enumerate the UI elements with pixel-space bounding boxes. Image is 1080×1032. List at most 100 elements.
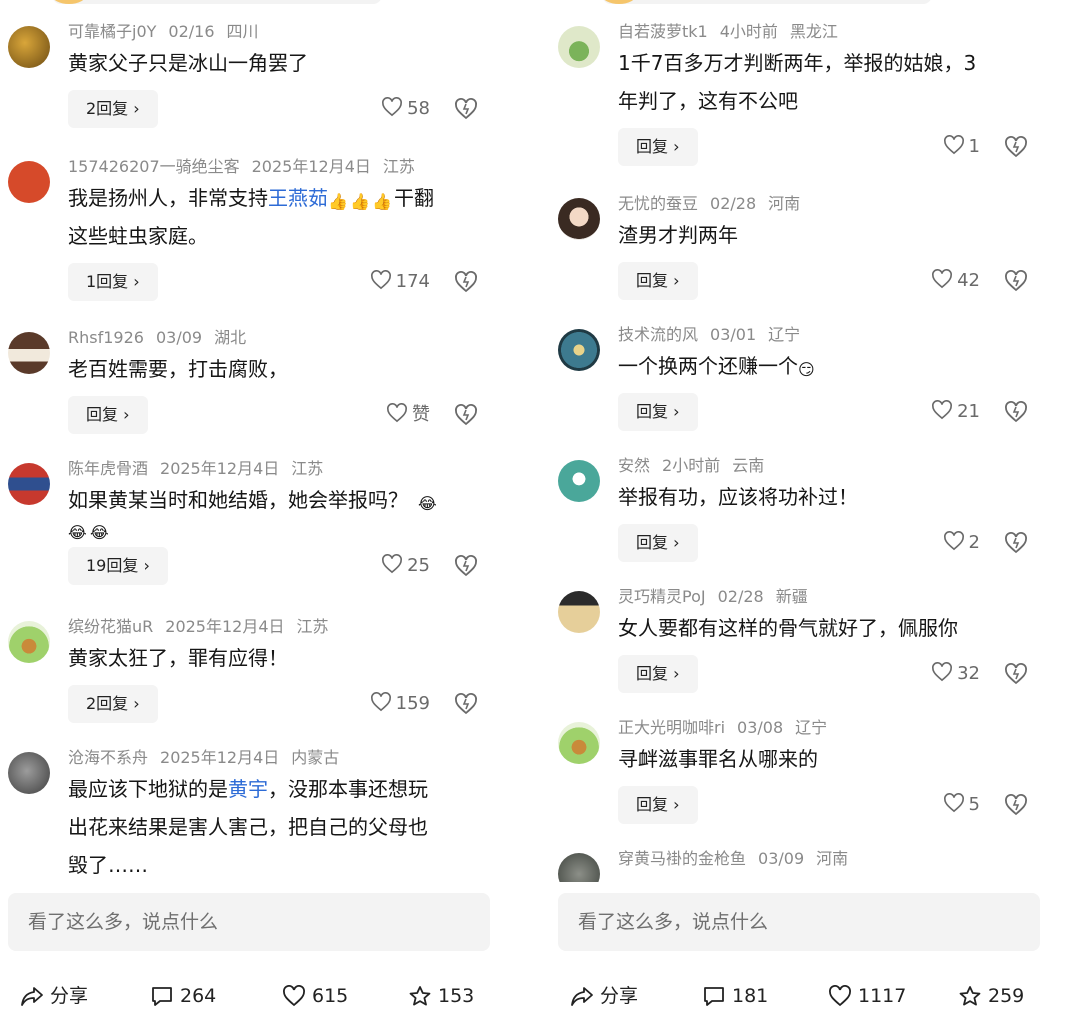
username[interactable]: 自若菠萝tk1 <box>618 22 708 41</box>
comment-item: 157426207一骑绝尘客 2025年12月4日 江苏 我是扬州人，非常支持王燕茹… <box>0 155 500 326</box>
dislike-icon[interactable] <box>454 403 478 427</box>
comment-item: 缤纷花猫uR 2025年12月4日 江苏 黄家太狂了，罪有应得！ 2回复 › 159 <box>0 615 500 746</box>
like-count-button[interactable]: 615 <box>282 975 348 1017</box>
reply-button[interactable]: 1回复 › <box>68 263 158 301</box>
dislike-icon[interactable] <box>1004 793 1028 817</box>
reply-button[interactable]: 回复 › <box>618 128 698 166</box>
comment-actions: 回复 › 42 <box>618 254 1038 310</box>
avatar[interactable] <box>558 329 600 371</box>
username[interactable]: 缤纷花猫uR <box>68 617 153 636</box>
comment-region: 黑龙江 <box>789 22 838 41</box>
like-count: 58 <box>407 98 430 119</box>
dislike-icon[interactable] <box>1004 662 1028 686</box>
like-button[interactable]: 32 <box>931 659 980 689</box>
avatar[interactable] <box>8 752 50 794</box>
comment-input[interactable]: 看了这么多，说点什么 <box>558 893 1040 951</box>
comment-meta: Rhsf1926 03/09 湖北 <box>68 326 488 350</box>
comment-item: 自若菠萝tk1 4小时前 黑龙江 1千7百多万才判断两年，举报的姑娘，3 年判了，这… <box>550 20 1050 192</box>
comment-actions: 回复 › 1 <box>618 120 1038 176</box>
avatar[interactable] <box>558 460 600 502</box>
hashtag-link[interactable]: 王燕茹 <box>268 186 328 210</box>
comment-count-button[interactable]: 264 <box>150 975 216 1017</box>
like-button[interactable]: 25 <box>381 551 430 581</box>
comment-meta: 穿黄马褂的金枪鱼 03/09 河南 <box>618 847 1038 871</box>
star-icon <box>409 986 431 1006</box>
avatar[interactable] <box>8 26 50 68</box>
reply-button[interactable]: 回复 › <box>618 786 698 824</box>
comment-list[interactable]: 自若菠萝tk1 4小时前 黑龙江 1千7百多万才判断两年，举报的姑娘，3 年判了，这… <box>550 20 1050 882</box>
reply-button[interactable]: 回复 › <box>618 524 698 562</box>
username[interactable]: 陈年虎骨酒 <box>68 459 148 478</box>
share-button[interactable]: 分享 <box>20 975 88 1017</box>
dislike-icon[interactable] <box>454 554 478 578</box>
bottom-action-bar: 分享 264 615 153 <box>0 975 500 1017</box>
reply-button[interactable]: 回复 › <box>618 262 698 300</box>
top-partial-bar <box>602 0 932 4</box>
dislike-icon[interactable] <box>454 692 478 716</box>
like-count: 21 <box>957 401 980 422</box>
dislike-icon[interactable] <box>1004 269 1028 293</box>
comment-input[interactable]: 看了这么多，说点什么 <box>8 893 490 951</box>
like-button[interactable]: 174 <box>370 267 430 297</box>
avatar[interactable] <box>558 198 600 240</box>
username[interactable]: 正大光明咖啡ri <box>618 718 725 737</box>
comment-panel-right: 自若菠萝tk1 4小时前 黑龙江 1千7百多万才判断两年，举报的姑娘，3 年判了，这… <box>550 0 1050 1032</box>
comment-date: 03/01 <box>710 325 757 344</box>
like-button[interactable]: 42 <box>931 266 980 296</box>
like-button[interactable]: 159 <box>370 689 430 719</box>
comment-text: 1千7百多万才判断两年，举报的姑娘，3 <box>618 51 977 75</box>
username[interactable]: 技术流的风 <box>618 325 698 344</box>
username[interactable]: 安然 <box>618 456 650 475</box>
comment-list[interactable]: 可靠橘子j0Y 02/16 四川 黄家父子只是冰山一角罢了 2回复 › 58 157… <box>0 20 500 882</box>
comment-actions: 回复 › 21 <box>618 385 1038 441</box>
like-count: 2 <box>968 532 980 553</box>
favorite-button[interactable]: 153 <box>408 975 474 1017</box>
comment-count-button[interactable]: 181 <box>702 975 768 1017</box>
comment-region: 云南 <box>732 456 765 475</box>
comment-actions: 回复 › 5 <box>618 778 1038 834</box>
username[interactable]: 无忧的蚕豆 <box>618 194 698 213</box>
dislike-icon[interactable] <box>1004 400 1028 424</box>
reply-button[interactable]: 回复 › <box>618 655 698 693</box>
username[interactable]: 穿黄马褂的金枪鱼 <box>618 849 746 868</box>
username[interactable]: 157426207一骑绝尘客 <box>68 157 240 176</box>
hashtag-link[interactable]: 黄宇 <box>228 777 268 801</box>
like-button[interactable]: 2 <box>943 528 980 558</box>
like-button[interactable]: 21 <box>931 397 980 427</box>
dislike-icon[interactable] <box>454 97 478 121</box>
like-button[interactable]: 5 <box>943 790 980 820</box>
like-button[interactable]: 赞 <box>386 400 430 430</box>
avatar[interactable] <box>8 161 50 203</box>
like-count-button[interactable]: 1117 <box>828 975 906 1017</box>
avatar[interactable] <box>558 853 600 882</box>
username[interactable]: 灵巧精灵PoJ <box>618 587 706 606</box>
reply-button[interactable]: 回复 › <box>68 396 148 434</box>
comment-actions: 回复 › 2 <box>618 516 1038 572</box>
share-button[interactable]: 分享 <box>570 975 638 1017</box>
dislike-icon[interactable] <box>1004 531 1028 555</box>
like-button[interactable]: 58 <box>381 94 430 124</box>
comment-text: 女人要都有这样的骨气就好了，佩服你 <box>618 616 958 640</box>
reply-button[interactable]: 回复 › <box>618 393 698 431</box>
comment-text: 黄家父子只是冰山一角罢了 <box>68 51 308 75</box>
username[interactable]: Rhsf1926 <box>68 328 144 347</box>
heart-icon <box>943 135 964 155</box>
comment-text: 一个换两个还赚一个😏 <box>618 347 1038 385</box>
comment-date: 02/28 <box>717 587 764 606</box>
avatar[interactable] <box>558 26 600 68</box>
avatar[interactable] <box>8 463 50 505</box>
username[interactable]: 可靠橘子j0Y <box>68 22 156 41</box>
reply-button[interactable]: 2回复 › <box>68 90 158 128</box>
dislike-icon[interactable] <box>454 270 478 294</box>
comment-text: 举报有功，应该将功补过！ <box>618 485 858 509</box>
reply-button[interactable]: 2回复 › <box>68 685 158 723</box>
avatar[interactable] <box>558 722 600 764</box>
like-button[interactable]: 1 <box>943 132 980 162</box>
username[interactable]: 沧海不系舟 <box>68 748 148 767</box>
avatar[interactable] <box>8 332 50 374</box>
avatar[interactable] <box>558 591 600 633</box>
avatar[interactable] <box>8 621 50 663</box>
dislike-icon[interactable] <box>1004 135 1028 159</box>
reply-button[interactable]: 19回复 › <box>68 547 168 585</box>
favorite-button[interactable]: 259 <box>958 975 1024 1017</box>
